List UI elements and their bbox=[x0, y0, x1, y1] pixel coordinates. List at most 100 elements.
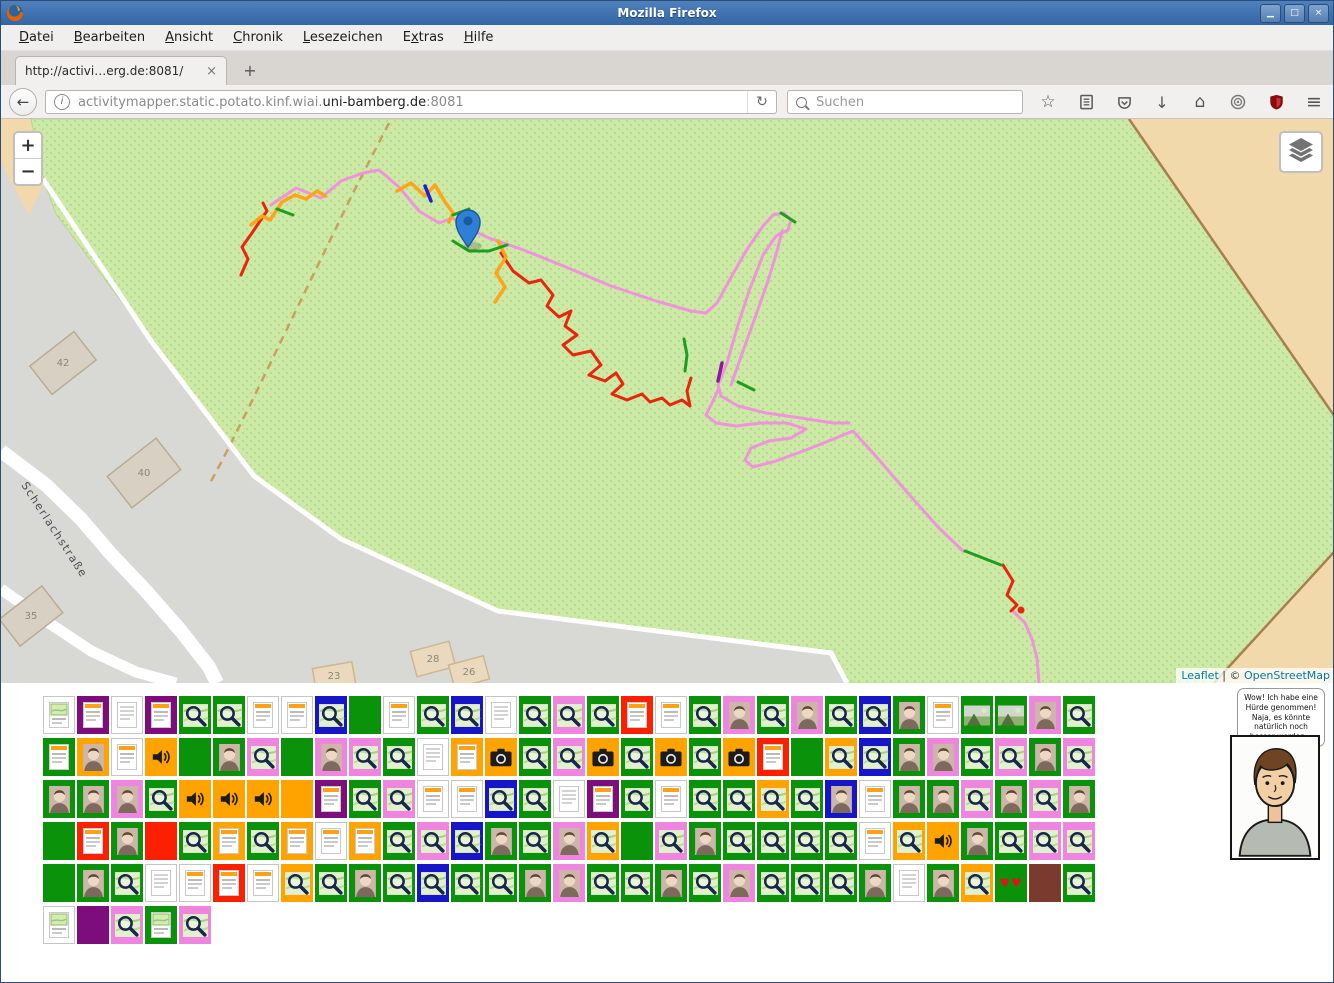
media-tile-map-magnifier-icon[interactable] bbox=[587, 696, 619, 734]
media-tile-map-magnifier-icon[interactable] bbox=[961, 864, 993, 902]
media-tile-document-icon[interactable] bbox=[281, 696, 313, 734]
media-tile-document-icon[interactable] bbox=[247, 864, 279, 902]
media-tile-hearts-icon[interactable]: ♥♥ bbox=[995, 864, 1027, 902]
media-tile-map-magnifier-icon[interactable] bbox=[893, 822, 925, 860]
menu-item-chronik[interactable]: Chronik bbox=[223, 27, 293, 48]
menu-item-hilfe[interactable]: Hilfe bbox=[454, 27, 504, 48]
media-tile-map-magnifier-icon[interactable] bbox=[825, 696, 857, 734]
media-tile-portrait-photo-icon[interactable] bbox=[349, 864, 381, 902]
media-tile-document-icon[interactable] bbox=[587, 780, 619, 818]
media-tile-document-icon[interactable] bbox=[859, 780, 891, 818]
site-info-icon[interactable]: i bbox=[54, 94, 70, 110]
back-button[interactable]: ← bbox=[9, 88, 37, 116]
media-tile-portrait-photo-icon[interactable] bbox=[553, 864, 585, 902]
media-tile-portrait-photo-icon[interactable] bbox=[77, 780, 109, 818]
media-tile-map-magnifier-icon[interactable] bbox=[451, 864, 483, 902]
media-tile-map-magnifier-icon[interactable] bbox=[519, 780, 551, 818]
media-tile-plain[interactable] bbox=[349, 696, 381, 734]
media-tile-map-magnifier-icon[interactable] bbox=[1029, 822, 1061, 860]
media-tile-map-magnifier-icon[interactable] bbox=[961, 738, 993, 776]
menu-item-lesezeichen[interactable]: Lesezeichen bbox=[293, 27, 393, 48]
media-tile-map-magnifier-icon[interactable] bbox=[689, 864, 721, 902]
media-tile-map-magnifier-icon[interactable] bbox=[417, 822, 449, 860]
media-tile-camera-icon[interactable] bbox=[485, 738, 517, 776]
media-tile-plain[interactable] bbox=[179, 738, 211, 776]
media-tile-map-magnifier-icon[interactable] bbox=[723, 822, 755, 860]
bookmarks-list-icon[interactable] bbox=[1073, 94, 1099, 110]
media-tile-map-magnifier-icon[interactable] bbox=[757, 780, 789, 818]
media-tile-portrait-photo-icon[interactable] bbox=[723, 696, 755, 734]
map-canvas[interactable]: 42 40 35 28 26 23 Scherlachstraße bbox=[1, 119, 1334, 683]
media-tile-map-magnifier-icon[interactable] bbox=[689, 738, 721, 776]
media-tile-blank-card-icon[interactable] bbox=[111, 696, 143, 734]
menu-item-datei[interactable]: Datei bbox=[9, 27, 64, 48]
media-tile-blank-card-icon[interactable] bbox=[417, 738, 449, 776]
media-tile-map-magnifier-icon[interactable] bbox=[1029, 780, 1061, 818]
media-tile-portrait-photo-icon[interactable] bbox=[77, 864, 109, 902]
media-tile-map-magnifier-icon[interactable] bbox=[519, 738, 551, 776]
media-tile-portrait-photo-icon[interactable] bbox=[791, 696, 823, 734]
media-tile-portrait-photo-icon[interactable] bbox=[893, 738, 925, 776]
media-tile-map-magnifier-icon[interactable] bbox=[383, 780, 415, 818]
media-tile-portrait-photo-icon[interactable] bbox=[825, 780, 857, 818]
media-tile-map-magnifier-icon[interactable] bbox=[553, 696, 585, 734]
media-tile-document-icon[interactable] bbox=[349, 822, 381, 860]
ublock-shield-icon[interactable] bbox=[1263, 94, 1289, 110]
media-tile-map-magnifier-icon[interactable] bbox=[859, 696, 891, 734]
media-tile-document-icon[interactable] bbox=[247, 696, 279, 734]
media-tile-camera-icon[interactable] bbox=[723, 738, 755, 776]
media-tile-note-with-map-icon[interactable] bbox=[43, 906, 75, 944]
media-tile-map-magnifier-icon[interactable] bbox=[417, 696, 449, 734]
media-tile-map-magnifier-icon[interactable] bbox=[757, 696, 789, 734]
media-tile-note-with-map-icon[interactable] bbox=[145, 906, 177, 944]
menu-item-ansicht[interactable]: Ansicht bbox=[155, 27, 223, 48]
media-tile-speaker-icon[interactable] bbox=[179, 780, 211, 818]
media-tile-portrait-photo-icon[interactable] bbox=[77, 738, 109, 776]
media-tile-document-icon[interactable] bbox=[145, 696, 177, 734]
media-tile-document-icon[interactable] bbox=[927, 696, 959, 734]
media-tile-map-magnifier-icon[interactable] bbox=[1063, 864, 1095, 902]
media-tile-portrait-photo-icon[interactable] bbox=[519, 864, 551, 902]
media-tile-speaker-icon[interactable] bbox=[213, 780, 245, 818]
media-tile-landscape-photo-icon[interactable] bbox=[995, 696, 1027, 734]
media-tile-speaker-icon[interactable] bbox=[927, 822, 959, 860]
media-tile-map-magnifier-icon[interactable] bbox=[1063, 822, 1095, 860]
media-tile-map-magnifier-icon[interactable] bbox=[111, 906, 143, 944]
media-tile-document-icon[interactable] bbox=[859, 822, 891, 860]
media-tile-document-icon[interactable] bbox=[213, 864, 245, 902]
window-titlebar[interactable]: Mozilla Firefox ▁ □ × bbox=[1, 1, 1333, 25]
media-tile-plain[interactable] bbox=[791, 738, 823, 776]
media-tile-map-magnifier-icon[interactable] bbox=[859, 738, 891, 776]
media-tile-portrait-photo-icon[interactable] bbox=[485, 822, 517, 860]
media-tile-portrait-photo-icon[interactable] bbox=[689, 822, 721, 860]
media-tile-map-magnifier-icon[interactable] bbox=[1063, 696, 1095, 734]
media-tile-map-magnifier-icon[interactable] bbox=[451, 822, 483, 860]
media-tile-map-magnifier-icon[interactable] bbox=[485, 864, 517, 902]
media-tile-plain[interactable] bbox=[43, 864, 75, 902]
close-button[interactable]: × bbox=[1308, 4, 1329, 23]
media-tile-map-magnifier-icon[interactable] bbox=[179, 822, 211, 860]
media-tile-map-magnifier-icon[interactable] bbox=[383, 822, 415, 860]
media-tile-map-magnifier-icon[interactable] bbox=[621, 780, 653, 818]
media-tile-map-magnifier-icon[interactable] bbox=[383, 864, 415, 902]
media-tile-map-magnifier-icon[interactable] bbox=[485, 780, 517, 818]
media-tile-document-icon[interactable] bbox=[757, 738, 789, 776]
media-tile-plain[interactable] bbox=[77, 906, 109, 944]
media-tile-map-magnifier-icon[interactable] bbox=[995, 738, 1027, 776]
media-tile-document-icon[interactable] bbox=[655, 696, 687, 734]
media-tile-portrait-photo-icon[interactable] bbox=[893, 780, 925, 818]
media-tile-portrait-photo-icon[interactable] bbox=[111, 780, 143, 818]
media-tile-map-magnifier-icon[interactable] bbox=[519, 822, 551, 860]
media-tile-document-icon[interactable] bbox=[77, 822, 109, 860]
search-input[interactable] bbox=[814, 94, 1022, 111]
home-icon[interactable]: ⌂ bbox=[1187, 92, 1213, 112]
media-tile-map-magnifier-icon[interactable] bbox=[791, 822, 823, 860]
media-tile-map-magnifier-icon[interactable] bbox=[179, 906, 211, 944]
osm-link[interactable]: OpenStreetMap bbox=[1244, 669, 1330, 682]
media-tile-plain[interactable] bbox=[281, 780, 313, 818]
media-tile-map-magnifier-icon[interactable] bbox=[723, 780, 755, 818]
media-tile-document-icon[interactable] bbox=[315, 822, 347, 860]
media-tile-portrait-photo-icon[interactable] bbox=[553, 822, 585, 860]
pocket-icon[interactable] bbox=[1111, 95, 1137, 110]
media-tile-map-magnifier-icon[interactable] bbox=[961, 780, 993, 818]
